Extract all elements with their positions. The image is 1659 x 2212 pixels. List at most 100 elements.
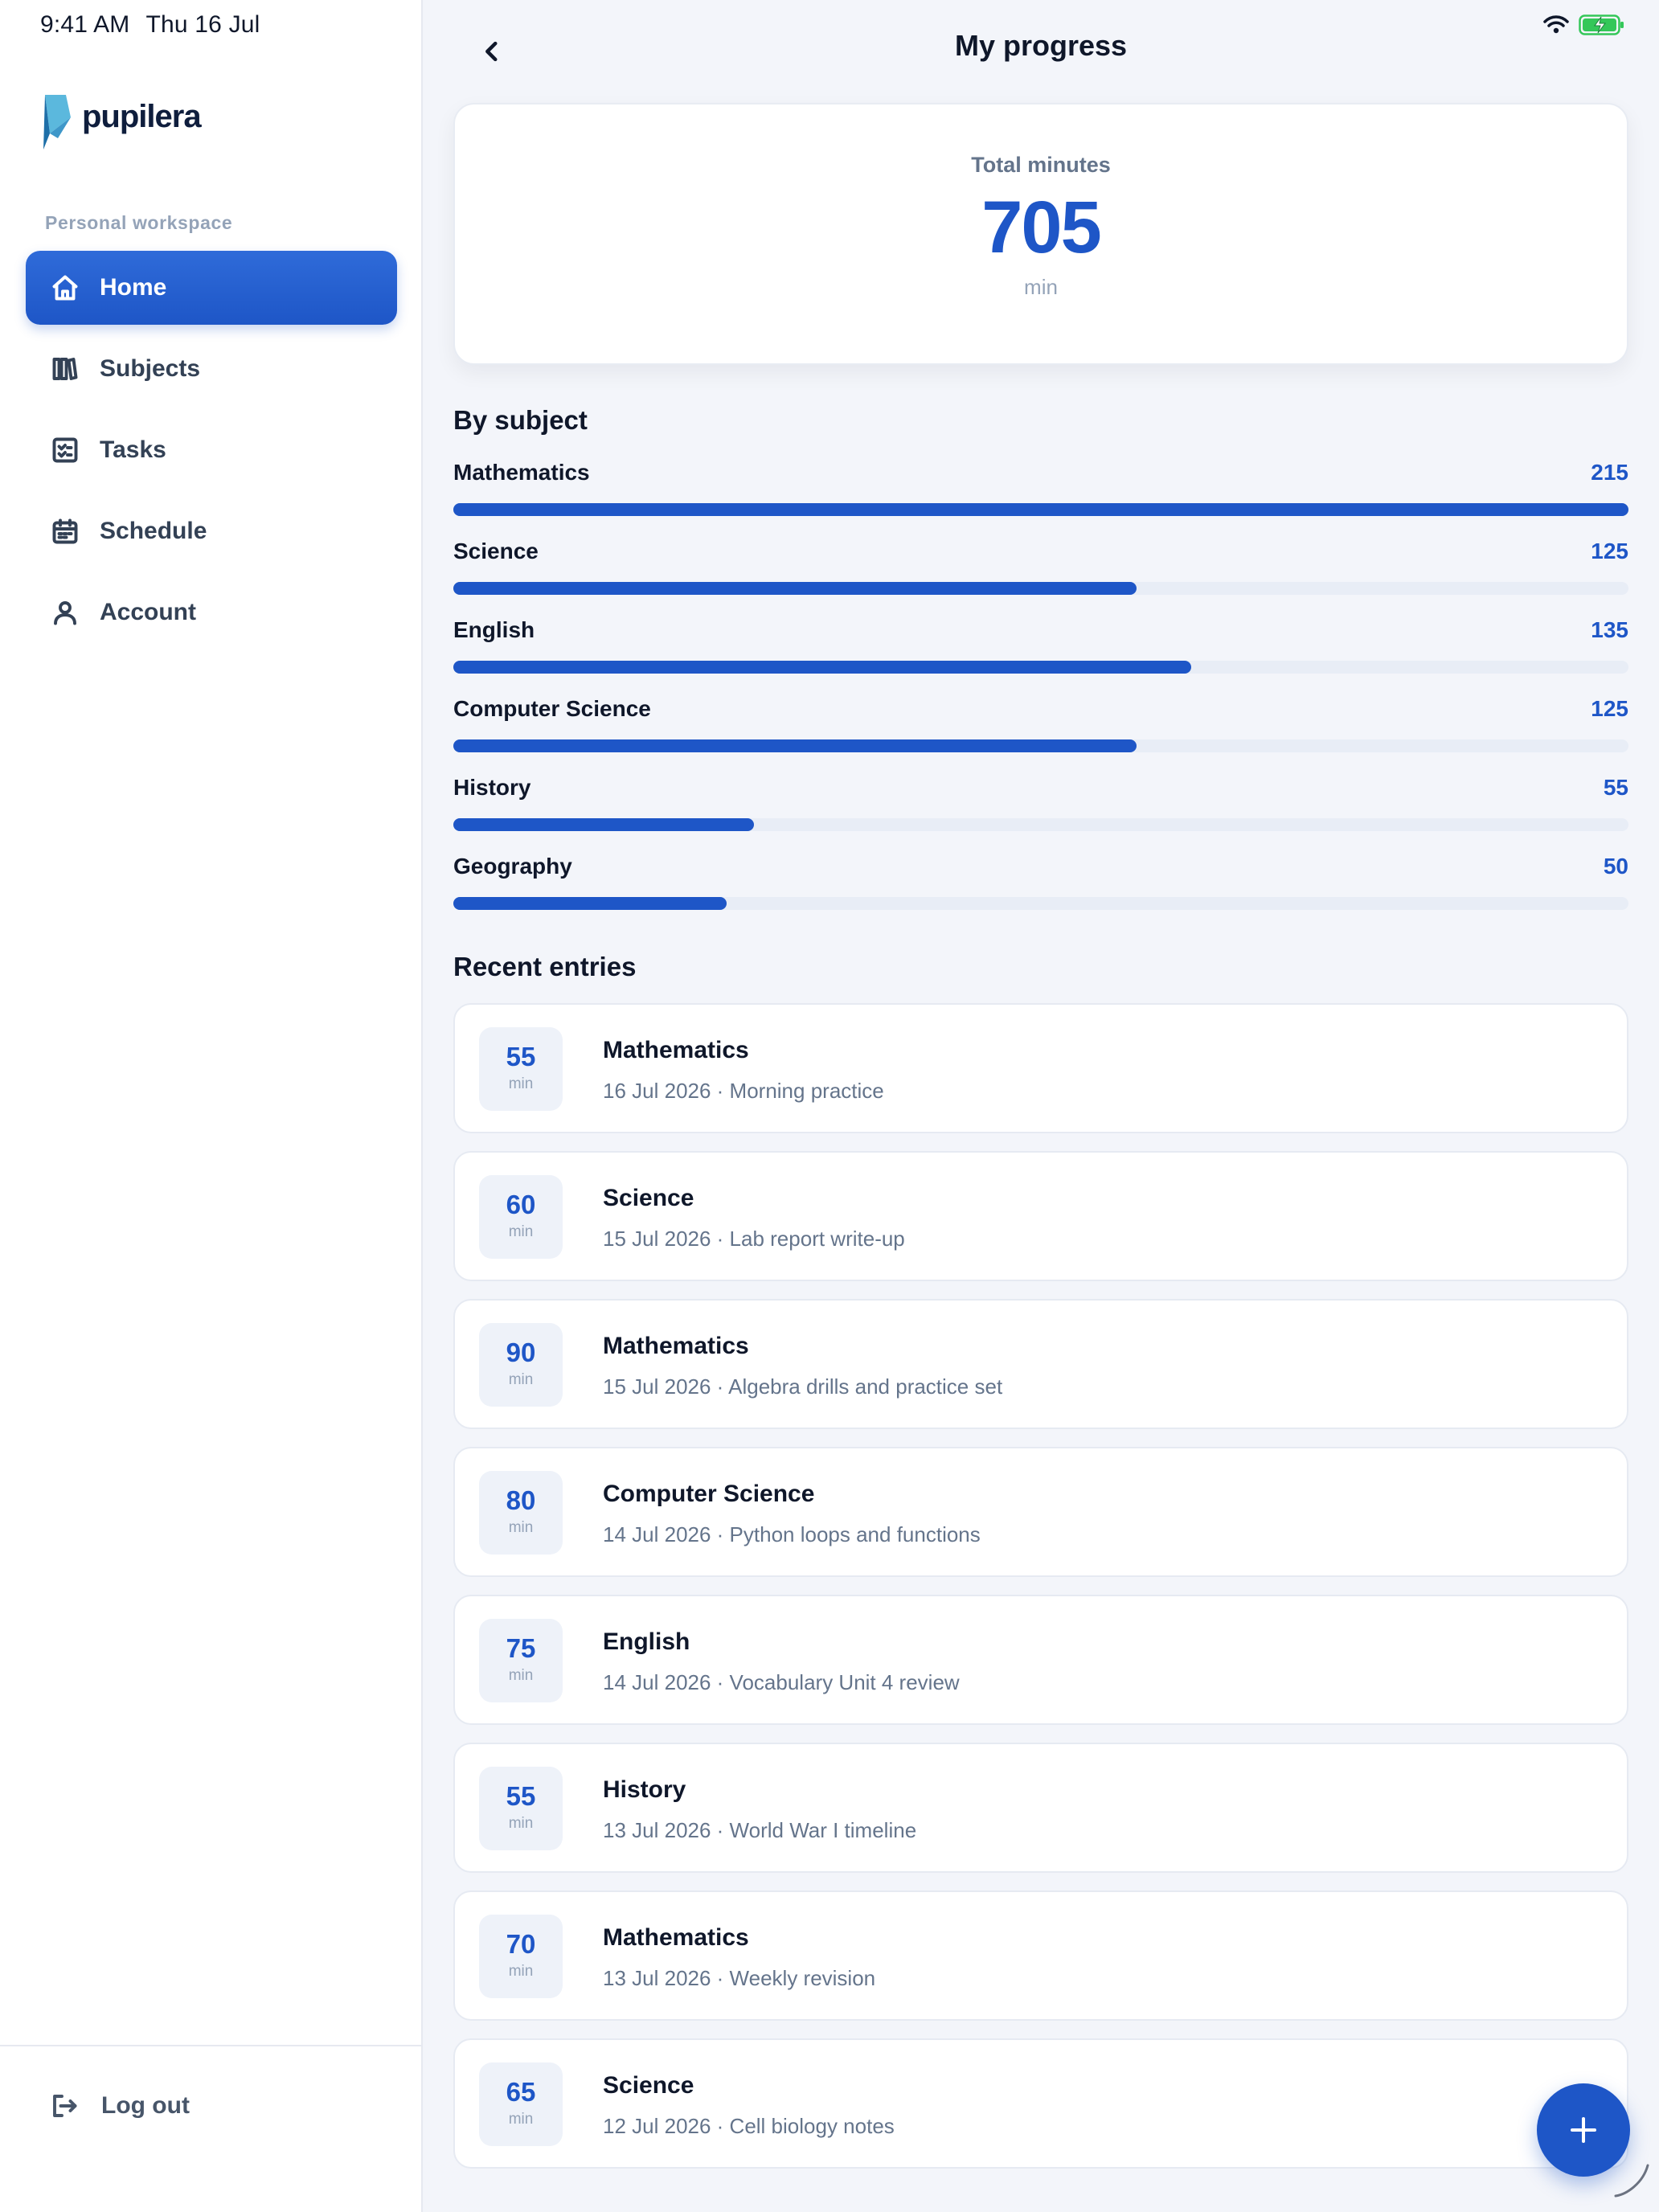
entry-minutes: 70 [506,1929,536,1959]
status-clock: 9:41 AM Thu 16 Jul [40,11,260,39]
minutes-badge: 65 min [479,2062,563,2146]
subject-name: Geography [453,854,572,879]
sidebar-nav: Home Subjects Tasks Schedule Account [26,251,397,657]
entry-unit: min [508,2111,534,2128]
entry-card[interactable]: 70 min Mathematics 13 Jul 2026 · Weekly … [453,1890,1628,2021]
calendar-icon [50,516,80,547]
entry-subject: Mathematics [603,1924,749,1951]
subject-row: Mathematics 215 [453,458,1628,537]
sidebar-item-schedule[interactable]: Schedule [26,494,397,568]
sidebar-item-label: Home [100,274,167,301]
progress-fill [453,739,1137,752]
entry-minutes: 55 [506,1781,536,1811]
sidebar-divider [0,2045,421,2046]
logo-icon [43,95,71,150]
sidebar-item-label: Tasks [100,436,166,463]
subject-name: Mathematics [453,460,590,485]
entry-meta: 16 Jul 2026 · Morning practice [603,1079,884,1103]
subject-minutes: 125 [1591,696,1628,721]
recent-entries-heading: Recent entries [453,952,637,981]
sidebar-item-label: Account [100,599,196,625]
entry-meta: 15 Jul 2026 · Algebra drills and practic… [603,1374,1003,1399]
entry-meta: 14 Jul 2026 · Python loops and functions [603,1522,981,1546]
logout-button[interactable]: Log out [50,2091,190,2120]
entry-unit: min [508,1963,534,1980]
subject-row: History 55 [453,773,1628,852]
subject-row: Geography 50 [453,852,1628,931]
subject-row: English 135 [453,616,1628,694]
subject-minutes: 55 [1603,775,1628,800]
sidebar-item-account[interactable]: Account [26,576,397,649]
status-date: Thu 16 Jul [145,11,260,38]
entry-subject: Science [603,1185,694,1211]
entry-card[interactable]: 80 min Computer Science 14 Jul 2026 · Py… [453,1447,1628,1577]
subject-breakdown: Mathematics 215 Science 125 English 135 … [453,458,1628,931]
brand-logo: pupilera [40,93,202,150]
progress-track [453,739,1628,752]
recent-entries-list: 55 min Mathematics 16 Jul 2026 · Morning… [453,1003,1628,2186]
entry-minutes: 90 [506,1337,536,1367]
progress-fill [453,503,1628,516]
by-subject-heading: By subject [453,405,588,435]
entry-unit: min [508,1815,534,1832]
total-minutes-card: Total minutes 705 min [453,103,1628,365]
entry-card[interactable]: 55 min History 13 Jul 2026 · World War I… [453,1743,1628,1873]
minutes-badge: 90 min [479,1323,563,1407]
sidebar-item-home[interactable]: Home [26,251,397,325]
entry-unit: min [508,1519,534,1536]
resize-handle-icon [1614,2164,1649,2198]
subject-name: History [453,775,531,800]
app-window: 9:41 AM Thu 16 Jul pupilera Personal work… [0,0,1659,2212]
brand-name: pupilera [82,98,202,134]
entry-subject: Science [603,2072,694,2099]
minutes-badge: 60 min [479,1175,563,1259]
home-icon [50,272,80,303]
entry-card[interactable]: 65 min Science 12 Jul 2026 · Cell biolog… [453,2038,1628,2169]
progress-track [453,818,1628,831]
sidebar-item-tasks[interactable]: Tasks [26,413,397,487]
progress-track [453,503,1628,516]
progress-fill [453,818,754,831]
entry-subject: English [603,1628,690,1655]
main-content: My progress Total minutes 705 min By sub… [423,0,1659,2212]
sidebar: 9:41 AM Thu 16 Jul pupilera Personal work… [0,0,423,2212]
subject-row: Computer Science 125 [453,694,1628,773]
page-title: My progress [954,29,1128,62]
books-icon [50,354,80,384]
total-value: 705 [981,186,1102,268]
logout-icon [53,2095,77,2117]
subject-row: Science 125 [453,537,1628,616]
entry-meta: 12 Jul 2026 · Cell biology notes [603,2114,895,2138]
subject-minutes: 125 [1591,539,1628,563]
sidebar-item-subjects[interactable]: Subjects [26,332,397,406]
workspace-label: Personal workspace [45,212,233,233]
entry-meta: 14 Jul 2026 · Vocabulary Unit 4 review [603,1670,960,1694]
entry-card[interactable]: 90 min Mathematics 15 Jul 2026 · Algebra… [453,1299,1628,1429]
sidebar-item-label: Schedule [100,518,207,544]
progress-fill [453,661,1191,674]
user-icon [50,597,80,628]
entry-unit: min [508,1371,534,1388]
entry-minutes: 65 [506,2077,536,2107]
progress-track [453,661,1628,674]
entry-minutes: 80 [506,1485,536,1515]
entry-minutes: 55 [506,1042,536,1071]
entry-minutes: 75 [506,1633,536,1663]
logout-label: Log out [101,2092,190,2119]
entry-card[interactable]: 55 min Mathematics 16 Jul 2026 · Morning… [453,1003,1628,1133]
progress-track [453,582,1628,595]
entry-card[interactable]: 60 min Science 15 Jul 2026 · Lab report … [453,1151,1628,1281]
entry-subject: Mathematics [603,1333,749,1359]
subject-minutes: 215 [1591,460,1628,485]
subject-name: Science [453,539,539,563]
progress-track [453,897,1628,910]
battery-charging-icon [1579,14,1624,35]
entry-meta: 15 Jul 2026 · Lab report write-up [603,1227,905,1251]
wifi-icon [1543,15,1569,34]
progress-fill [453,582,1137,595]
entry-unit: min [508,1075,534,1092]
entry-card[interactable]: 75 min English 14 Jul 2026 · Vocabulary … [453,1595,1628,1725]
sidebar-item-label: Subjects [100,355,201,382]
status-indicators [1543,14,1625,35]
entry-subject: Computer Science [603,1481,815,1507]
